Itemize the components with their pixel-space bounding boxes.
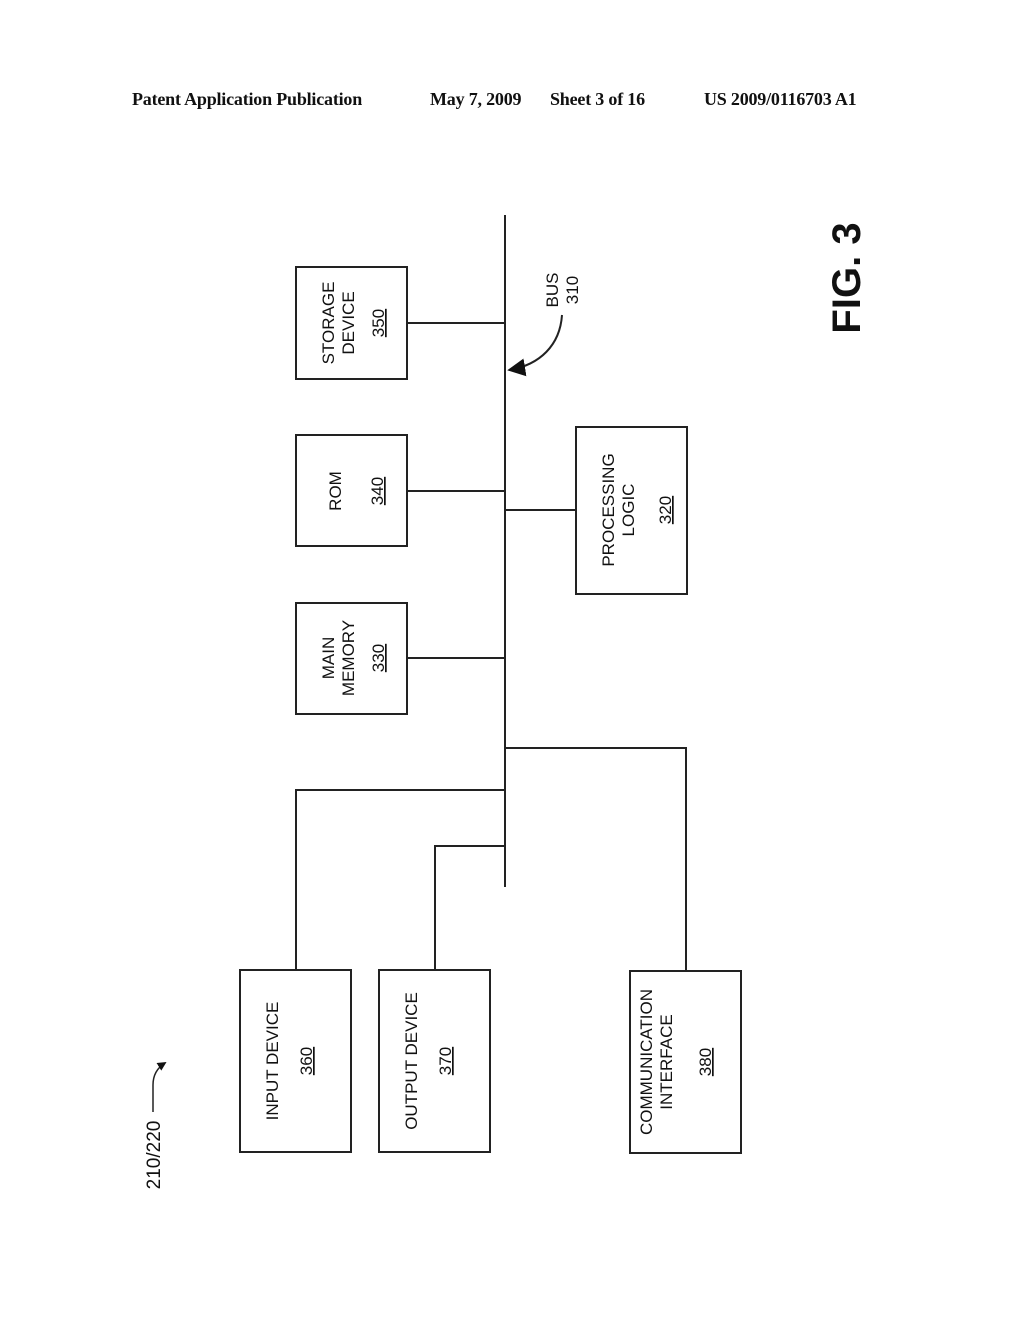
input-device-number: 360 [297,1047,316,1075]
storage-device-block: STORAGE DEVICE 350 [295,266,408,380]
connector-input-device [295,789,505,970]
storage-device-number: 350 [369,309,388,337]
storage-device-label-1: STORAGE [319,282,338,365]
output-device-number: 370 [436,1047,455,1075]
processing-logic-label-1: PROCESSING [599,453,618,566]
reference-label: 210/220 [144,1121,165,1190]
output-device-block: OUTPUT DEVICE 370 [378,969,491,1153]
communication-interface-label-2: INTERFACE [657,1014,676,1109]
input-device-block: INPUT DEVICE 360 [239,969,352,1153]
processing-logic-number: 320 [656,496,675,524]
connector-output-device [434,845,505,970]
main-memory-label-1: MAIN [319,637,338,680]
communication-interface-number: 380 [696,1048,715,1076]
main-memory-number: 330 [369,644,388,672]
processing-logic-label-2: LOGIC [619,484,638,537]
storage-device-label-2: DEVICE [339,291,358,354]
bus-pointer-arrow [507,314,563,377]
svg-text:310: 310 [563,276,582,304]
block-diagram: BUS 310 STORAGE DEVICE 350 ROM 340 MAIN … [144,215,869,1190]
svg-text:BUS: BUS [543,273,562,308]
main-memory-label-2: MEMORY [339,620,358,696]
rom-number: 340 [368,477,387,505]
rom-block: ROM 340 [295,434,408,547]
bus-label: BUS 310 [543,273,582,308]
main-memory-block: MAIN MEMORY 330 [295,602,408,715]
svg-text:FIG. 3: FIG. 3 [825,222,869,333]
reference-arrow [152,1062,167,1112]
processing-logic-block: PROCESSING LOGIC 320 [575,426,688,595]
svg-text:210/220: 210/220 [144,1121,165,1190]
connector-communication-interface [505,747,687,971]
communication-interface-label-1: COMMUNICATION [637,989,656,1135]
figure-label: FIG. 3 [825,222,869,333]
input-device-label: INPUT DEVICE [263,1002,282,1121]
rom-label: ROM [326,471,345,511]
output-device-label: OUTPUT DEVICE [402,992,421,1130]
communication-interface-block: COMMUNICATION INTERFACE 380 [629,970,742,1154]
